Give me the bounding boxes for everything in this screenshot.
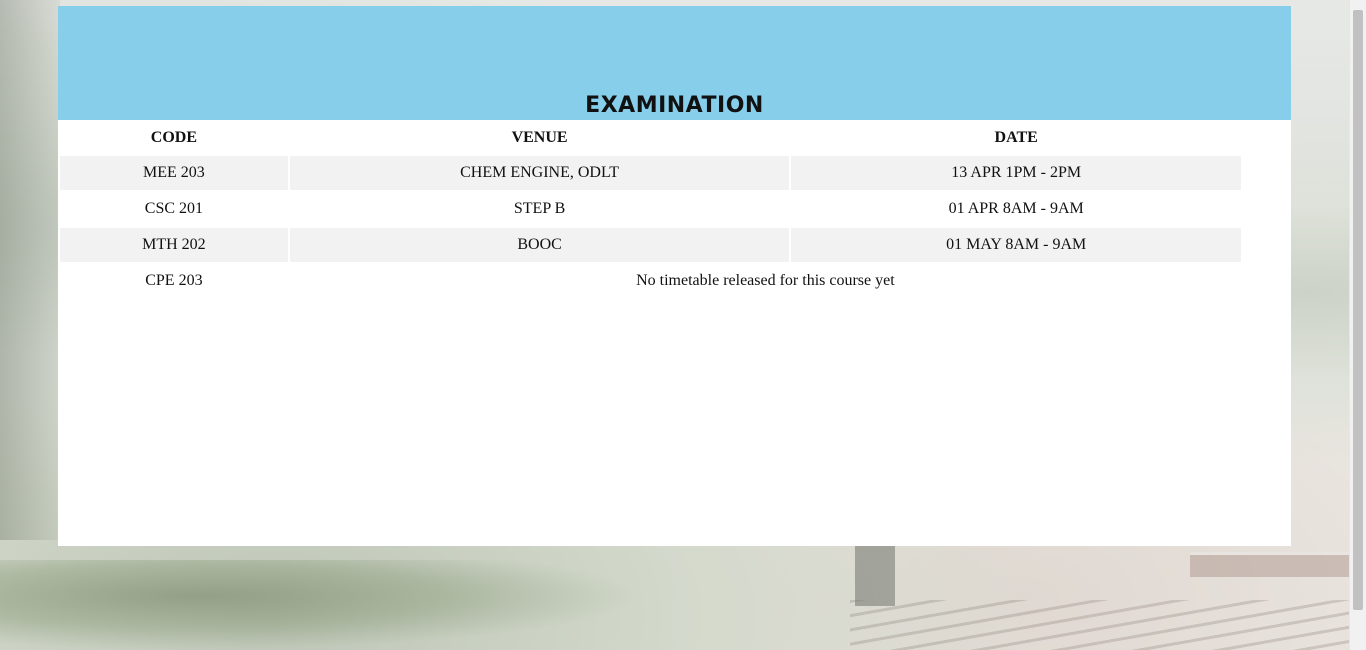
course-date: 01 MAY 8AM - 9AM [791,228,1241,262]
panel-header: EXAMINATION [58,6,1291,120]
scrollbar-thumb[interactable] [1353,10,1363,610]
table-row-pending: CPE 203 No timetable released for this c… [60,264,1241,298]
background-post [855,546,895,606]
background-stairs [850,600,1350,650]
background-hedge [0,560,640,650]
vertical-scrollbar[interactable] [1349,0,1366,650]
course-code: MTH 202 [60,228,288,262]
no-timetable-message: No timetable released for this course ye… [636,272,895,289]
column-header-code: CODE [150,129,198,146]
course-code: CPE 203 [145,272,203,289]
table-row: MEE 203 CHEM ENGINE, ODLT 13 APR 1PM - 2… [60,156,1241,190]
course-code: MEE 203 [60,156,288,190]
examination-panel: EXAMINATION CODE VENUE DATE MEE 203 CHEM… [58,6,1291,546]
course-venue: STEP B [513,200,566,217]
background-bench [1190,552,1350,577]
course-venue: BOOC [289,228,790,262]
table-row: MTH 202 BOOC 01 MAY 8AM - 9AM [60,228,1241,262]
column-header-venue: VENUE [511,129,568,146]
course-date: 01 APR 8AM - 9AM [948,200,1084,217]
exam-timetable: CODE VENUE DATE MEE 203 CHEM ENGINE, ODL… [58,120,1243,300]
column-header-date: DATE [994,129,1038,146]
table-header-row: CODE VENUE DATE [60,122,1241,154]
background-tree [0,0,60,540]
page-title: EXAMINATION [585,93,764,118]
course-code: CSC 201 [144,200,204,217]
course-venue: CHEM ENGINE, ODLT [289,156,790,190]
course-date: 13 APR 1PM - 2PM [791,156,1241,190]
table-row: CSC 201 STEP B 01 APR 8AM - 9AM [60,192,1241,226]
